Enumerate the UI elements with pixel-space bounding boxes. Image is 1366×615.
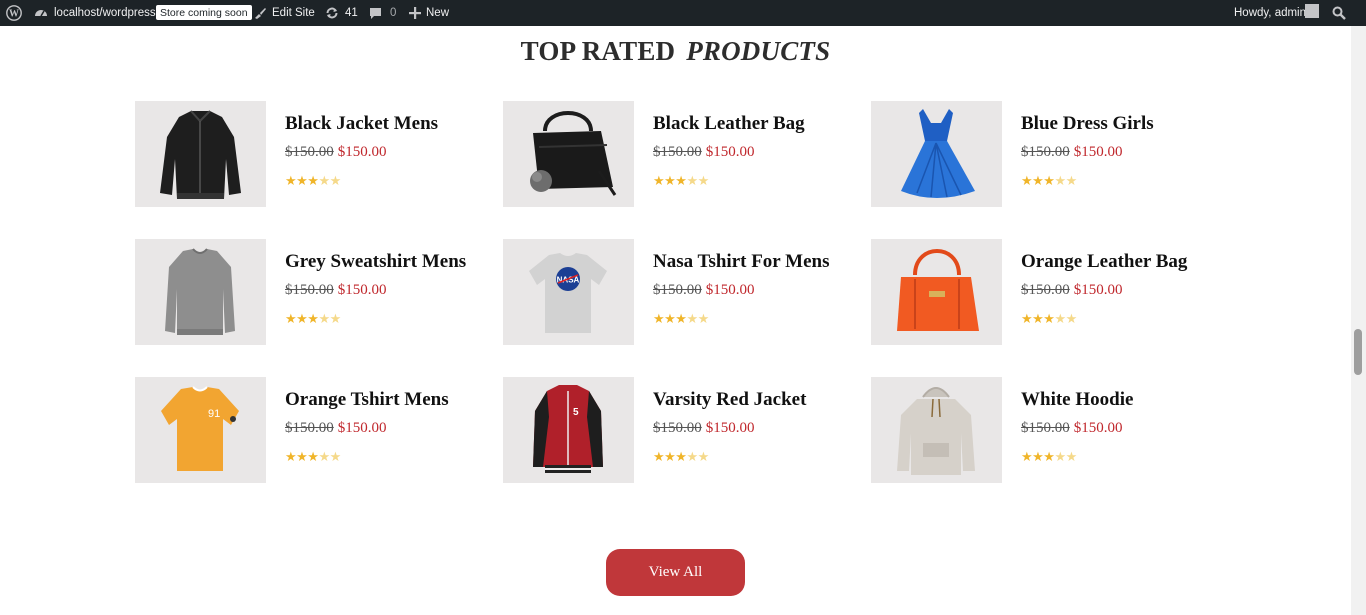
comments-count: 0 [390, 7, 397, 19]
regular-price: $150.00 [653, 282, 702, 298]
regular-price: $150.00 [285, 144, 334, 160]
new-label: New [426, 7, 450, 19]
updates-link[interactable]: 41 [325, 0, 358, 26]
section-title-emphasis: PRODUCTS [686, 36, 831, 66]
scrollbar-thumb[interactable] [1354, 329, 1362, 375]
sale-price: $150.00 [705, 282, 755, 298]
product-card[interactable]: Blue Dress Girls $150.00 $150.00 ★★★★★ [871, 101, 1211, 207]
regular-price: $150.00 [285, 282, 334, 298]
page-scrollbar[interactable] [1351, 26, 1366, 615]
product-price: $150.00 $150.00 [285, 420, 387, 437]
view-all-button[interactable]: View All [606, 549, 745, 596]
sale-price: $150.00 [705, 144, 755, 160]
product-card[interactable]: Black Jacket Mens $150.00 $150.00 ★★★★★ [135, 101, 475, 207]
star-rating: ★★★★★ [1021, 450, 1077, 465]
product-name[interactable]: Grey Sweatshirt Mens [285, 251, 466, 273]
product-name[interactable]: Orange Tshirt Mens [285, 389, 449, 411]
sale-price: $150.00 [705, 420, 755, 436]
regular-price: $150.00 [653, 420, 702, 436]
regular-price: $150.00 [1021, 420, 1070, 436]
wordpress-logo-icon[interactable]: W [6, 0, 22, 26]
regular-price: $150.00 [1021, 282, 1070, 298]
product-price: $150.00 $150.00 [1021, 420, 1123, 437]
edit-site-label: Edit Site [272, 7, 315, 19]
product-price: $150.00 $150.00 [653, 420, 755, 437]
product-name[interactable]: Nasa Tshirt For Mens [653, 251, 829, 273]
product-name[interactable]: Black Jacket Mens [285, 113, 438, 135]
svg-text:5: 5 [573, 407, 579, 418]
updates-count: 41 [345, 7, 358, 19]
product-image-varsity-jacket[interactable]: 5 [503, 377, 634, 483]
product-name[interactable]: White Hoodie [1021, 389, 1133, 411]
product-price: $150.00 $150.00 [1021, 144, 1123, 161]
svg-text:NASA: NASA [557, 276, 580, 285]
product-price: $150.00 $150.00 [653, 144, 755, 161]
sale-price: $150.00 [1073, 420, 1123, 436]
new-content-link[interactable]: New [409, 0, 449, 26]
sale-price: $150.00 [1073, 144, 1123, 160]
product-price: $150.00 $150.00 [285, 282, 387, 299]
comments-link[interactable]: 0 [369, 0, 396, 26]
star-rating: ★★★★★ [653, 174, 709, 189]
section-title: TOP RATED PRODUCTS [0, 36, 1351, 67]
star-rating: ★★★★★ [1021, 174, 1077, 189]
star-rating: ★★★★★ [285, 174, 341, 189]
comment-icon [369, 7, 382, 20]
product-name[interactable]: Orange Leather Bag [1021, 251, 1187, 273]
product-card[interactable]: 5 Varsity Red Jacket $150.00 $150.00 ★★★★… [503, 377, 843, 483]
product-card[interactable]: NASA Nasa Tshirt For Mens $150.00 $150.00… [503, 239, 843, 345]
star-rating: ★★★★★ [285, 450, 341, 465]
store-coming-soon-badge[interactable]: Store coming soon [156, 5, 252, 20]
product-card[interactable]: 91 Orange Tshirt Mens $150.00 $150.00 ★★★… [135, 377, 475, 483]
product-image-nasa-tshirt[interactable]: NASA [503, 239, 634, 345]
search-icon[interactable] [1332, 0, 1346, 26]
sale-price: $150.00 [1073, 282, 1123, 298]
brush-icon [253, 6, 267, 20]
site-name-link[interactable]: localhost/wordpress [34, 0, 156, 26]
svg-text:W: W [9, 9, 19, 20]
howdy-user[interactable]: Howdy, admin [1234, 0, 1306, 26]
svg-text:91: 91 [208, 408, 220, 420]
star-rating: ★★★★★ [653, 312, 709, 327]
product-name[interactable]: Varsity Red Jacket [653, 389, 806, 411]
product-image-orange-tshirt[interactable]: 91 [135, 377, 266, 483]
product-name[interactable]: Blue Dress Girls [1021, 113, 1154, 135]
regular-price: $150.00 [653, 144, 702, 160]
site-name: localhost/wordpress [54, 7, 156, 19]
product-price: $150.00 $150.00 [285, 144, 387, 161]
sale-price: $150.00 [337, 282, 387, 298]
sale-price: $150.00 [337, 420, 387, 436]
product-price: $150.00 $150.00 [653, 282, 755, 299]
star-rating: ★★★★★ [1021, 312, 1077, 327]
product-image-grey-sweatshirt[interactable] [135, 239, 266, 345]
avatar[interactable] [1305, 4, 1319, 18]
edit-site-link[interactable]: Edit Site [253, 0, 315, 26]
product-card[interactable]: White Hoodie $150.00 $150.00 ★★★★★ [871, 377, 1211, 483]
sale-price: $150.00 [337, 144, 387, 160]
star-rating: ★★★★★ [653, 450, 709, 465]
product-image-blue-dress[interactable] [871, 101, 1002, 207]
regular-price: $150.00 [285, 420, 334, 436]
regular-price: $150.00 [1021, 144, 1070, 160]
product-card[interactable]: Black Leather Bag $150.00 $150.00 ★★★★★ [503, 101, 843, 207]
dashboard-icon [34, 6, 48, 20]
section-title-plain: TOP RATED [520, 36, 676, 66]
product-image-black-bag[interactable] [503, 101, 634, 207]
product-price: $150.00 $150.00 [1021, 282, 1123, 299]
star-rating: ★★★★★ [285, 312, 341, 327]
admin-bar: W localhost/wordpress Store coming soon … [0, 0, 1366, 26]
product-name[interactable]: Black Leather Bag [653, 113, 805, 135]
product-image-orange-bag[interactable] [871, 239, 1002, 345]
product-image-white-hoodie[interactable] [871, 377, 1002, 483]
product-image-black-jacket[interactable] [135, 101, 266, 207]
updates-icon [325, 6, 339, 20]
product-card[interactable]: Grey Sweatshirt Mens $150.00 $150.00 ★★★★… [135, 239, 475, 345]
product-card[interactable]: Orange Leather Bag $150.00 $150.00 ★★★★★ [871, 239, 1211, 345]
plus-icon [409, 7, 421, 19]
